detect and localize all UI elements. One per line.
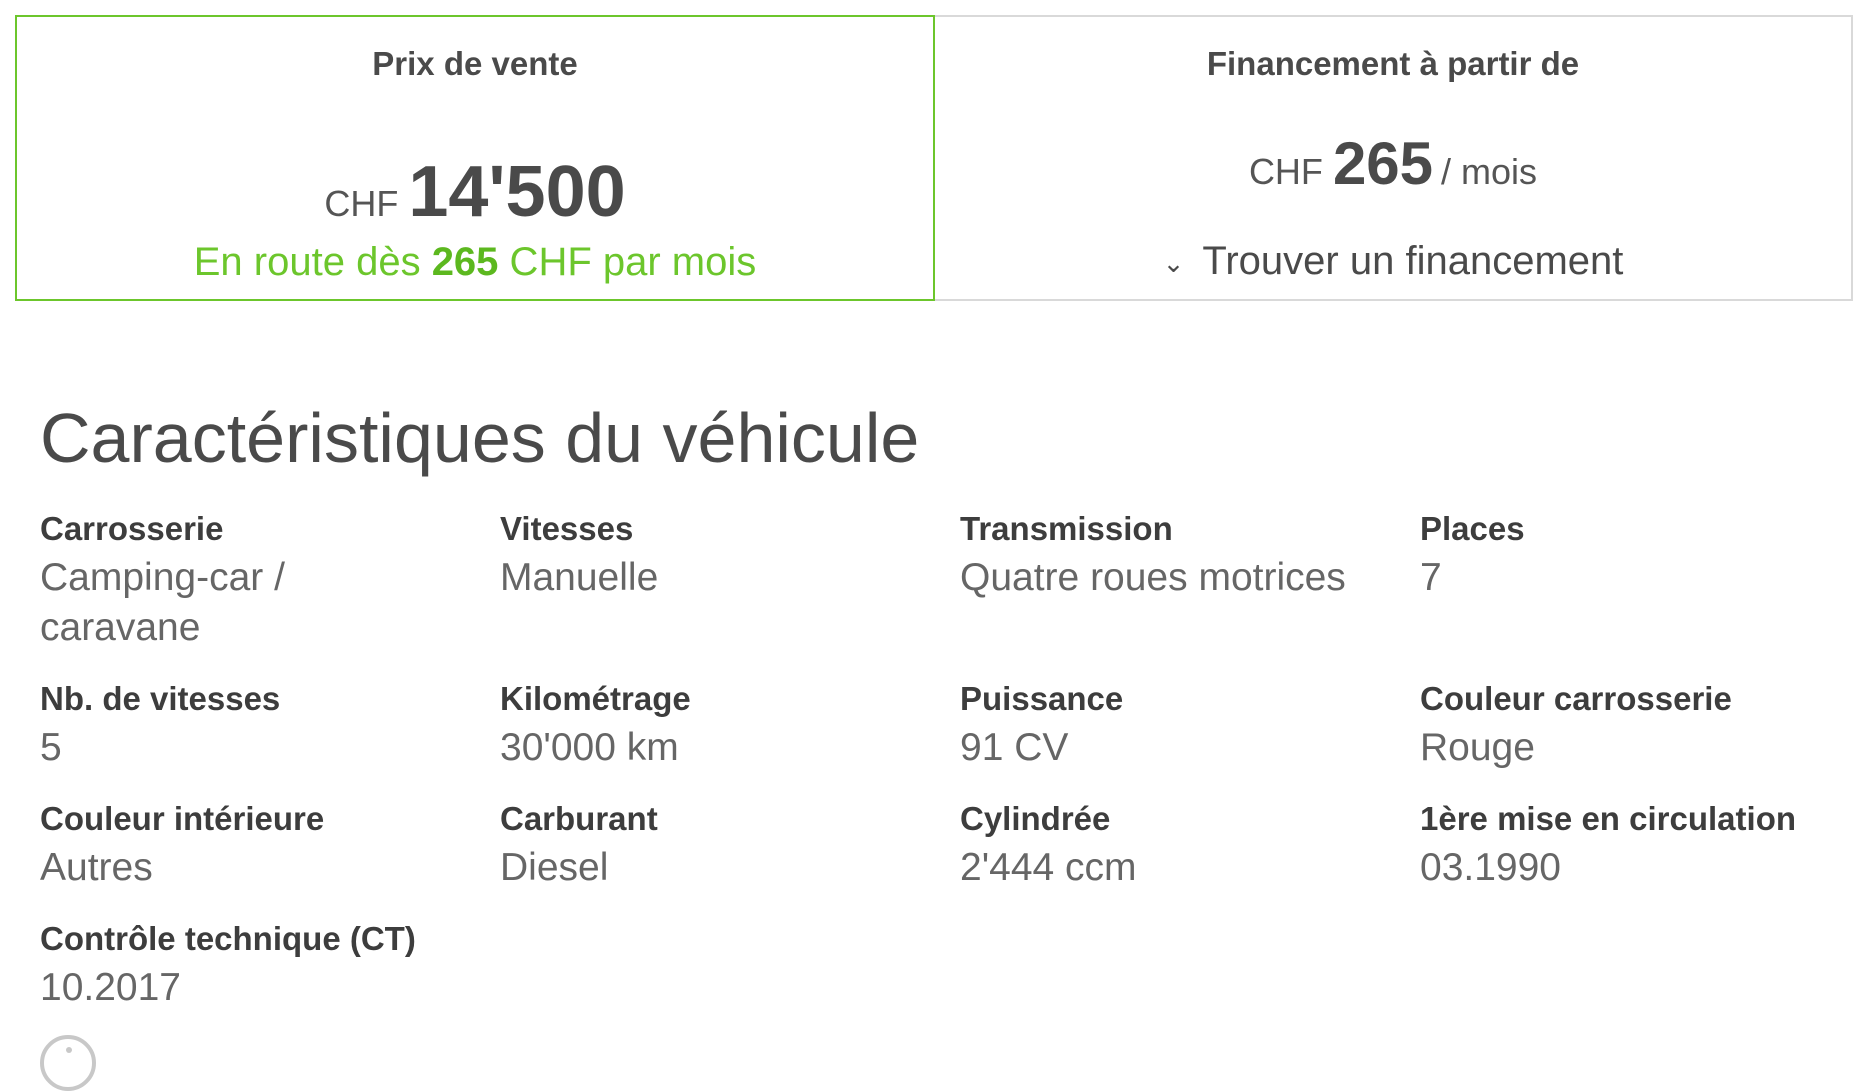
spec-value: Autres — [40, 846, 153, 889]
spec-exterior-color: Couleur carrosserie Rouge — [1420, 675, 1860, 773]
financing-rate: CHF 265/ mois — [935, 129, 1851, 198]
monthly-teaser-suffix: CHF par mois — [498, 240, 757, 284]
financing-box: Financement à partir de CHF 265/ mois ⌄ Tr… — [935, 15, 1853, 301]
find-financing-link[interactable]: ⌄ Trouver un financement — [935, 239, 1851, 284]
financing-amount: 265 — [1332, 130, 1434, 197]
spec-label: Cylindrée — [960, 800, 1111, 837]
sale-price-amount: 14'500 — [408, 152, 626, 232]
spec-value: Rouge — [1420, 726, 1535, 769]
spec-label: Couleur intérieure — [40, 800, 325, 837]
vehicle-specs-title: Caractéristiques du véhicule — [40, 399, 920, 477]
spec-power: Puissance 91 CV — [960, 675, 1400, 773]
spec-label: Kilométrage — [500, 680, 691, 717]
spec-label: Couleur carrosserie — [1420, 680, 1732, 717]
spec-value: 03.1990 — [1420, 846, 1561, 889]
spec-label: Places — [1420, 510, 1525, 547]
spec-gear-count: Nb. de vitesses 5 — [40, 675, 480, 773]
spec-seats: Places 7 — [1420, 505, 1860, 603]
spec-value: 10.2017 — [40, 966, 181, 1009]
financing-currency: CHF — [1248, 151, 1323, 192]
sale-price: CHF 14'500 — [17, 151, 933, 233]
spec-value: 30'000 km — [500, 726, 679, 769]
spec-inspection: Contrôle technique (CT) 10.2017 — [40, 915, 480, 1013]
spec-label: Vitesses — [500, 510, 634, 547]
spec-displacement: Cylindrée 2'444 ccm — [960, 795, 1400, 893]
spec-label: Carburant — [500, 800, 658, 837]
monthly-teaser: En route dès 265 CHF par mois — [17, 240, 933, 285]
spec-body-type: Carrosserie Camping-car / caravane — [40, 505, 480, 653]
price-section: Prix de vente CHF 14'500 En route dès 265… — [15, 15, 1853, 301]
spec-value: 2'444 ccm — [960, 846, 1137, 889]
find-financing-label: Trouver un financement — [1202, 239, 1624, 283]
spec-value: Diesel — [500, 846, 609, 889]
spec-value: Camping-car / caravane — [40, 556, 285, 649]
info-icon[interactable] — [40, 1035, 96, 1091]
sale-price-box: Prix de vente CHF 14'500 En route dès 265… — [15, 15, 935, 301]
sale-price-title: Prix de vente — [372, 45, 578, 82]
spec-interior-color: Couleur intérieure Autres — [40, 795, 480, 893]
spec-label: Transmission — [960, 510, 1173, 547]
spec-label: Nb. de vitesses — [40, 680, 281, 717]
spec-value: 91 CV — [960, 726, 1069, 769]
sale-price-currency: CHF — [324, 183, 399, 224]
chevron-down-icon: ⌄ — [1162, 247, 1185, 278]
financing-per-month: / mois — [1441, 151, 1538, 192]
financing-title: Financement à partir de — [1206, 45, 1580, 82]
spec-mileage: Kilométrage 30'000 km — [500, 675, 940, 773]
spec-label: Puissance — [960, 680, 1124, 717]
spec-value: Manuelle — [500, 556, 659, 599]
monthly-teaser-prefix: En route dès — [193, 240, 432, 284]
spec-drive: Transmission Quatre roues motrices — [960, 505, 1400, 603]
spec-value: Quatre roues motrices — [960, 556, 1346, 599]
spec-value: 7 — [1420, 556, 1442, 599]
spec-fuel: Carburant Diesel — [500, 795, 940, 893]
spec-label: 1ère mise en circulation — [1420, 800, 1797, 837]
spec-gearbox: Vitesses Manuelle — [500, 505, 940, 603]
spec-value: 5 — [40, 726, 62, 769]
spec-label: Carrosserie — [40, 510, 224, 547]
monthly-teaser-amount: 265 — [431, 240, 499, 284]
spec-label: Contrôle technique (CT) — [40, 920, 416, 957]
spec-first-registration: 1ère mise en circulation 03.1990 — [1420, 795, 1860, 893]
